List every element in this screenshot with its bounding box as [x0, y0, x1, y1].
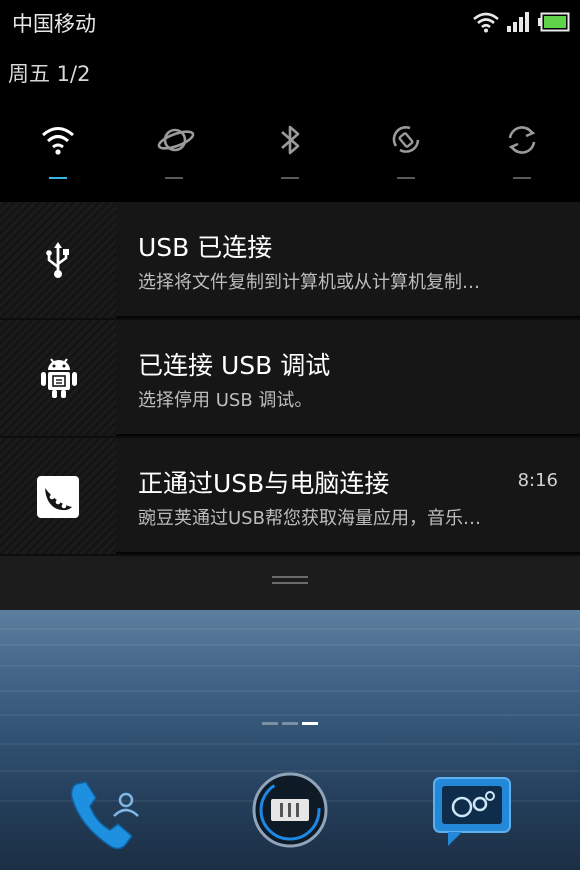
notification-shade-header: 周五 1/2 — [0, 44, 580, 202]
notification-list: USB 已连接 选择将文件复制到计算机或从计算机复制… 已连接 USB 调试 选 — [0, 202, 580, 556]
notification-icon-cell — [0, 438, 116, 554]
quick-toggles — [0, 120, 580, 190]
home-wallpaper — [0, 610, 580, 870]
bluetooth-icon — [281, 125, 300, 155]
toggle-indicator — [49, 177, 67, 179]
toggle-data[interactable] — [134, 120, 214, 190]
android-debug-icon — [41, 358, 77, 398]
toggle-indicator — [397, 177, 415, 179]
usb-icon — [46, 242, 69, 278]
notification-subtitle: 选择将文件复制到计算机或从计算机复制… — [138, 272, 480, 293]
wandoujia-icon — [37, 476, 79, 518]
page-dot-current — [302, 722, 318, 725]
wifi-icon — [473, 12, 499, 33]
notification-icon-cell — [0, 202, 116, 318]
toggle-bluetooth[interactable] — [250, 120, 330, 190]
notification-title: USB 已连接 — [138, 233, 273, 262]
sync-icon — [508, 126, 536, 154]
status-icons — [472, 10, 570, 34]
battery-icon — [538, 12, 570, 32]
phone-contacts-icon[interactable] — [66, 776, 150, 856]
notification-usb-debugging[interactable]: 已连接 USB 调试 选择停用 USB 调试。 — [0, 320, 580, 436]
data-orbit-icon — [157, 128, 195, 152]
message-bubble-icon[interactable] — [432, 776, 512, 848]
toggle-rotate[interactable] — [366, 120, 446, 190]
notification-wandoujia[interactable]: 正通过USB与电脑连接 8:16 豌豆荚通过USB帮您获取海量应用，音乐… — [0, 438, 580, 554]
shade-drag-handle-bar[interactable] — [0, 556, 580, 610]
notification-title: 正通过USB与电脑连接 — [138, 469, 390, 498]
page-dot — [282, 722, 298, 725]
toggle-indicator — [281, 177, 299, 179]
toggle-sync[interactable] — [482, 120, 562, 190]
toggle-wifi[interactable] — [18, 120, 98, 190]
toggle-indicator — [165, 177, 183, 179]
status-bar: 中国移动 — [0, 0, 580, 44]
app-drawer-icon[interactable] — [250, 770, 330, 850]
notification-usb-connected[interactable]: USB 已连接 选择将文件复制到计算机或从计算机复制… — [0, 202, 580, 318]
toggle-indicator — [513, 177, 531, 179]
notification-subtitle: 豌豆荚通过USB帮您获取海量应用，音乐… — [138, 508, 481, 529]
notification-subtitle: 选择停用 USB 调试。 — [138, 390, 313, 411]
wifi-icon — [42, 127, 74, 155]
notification-title: 已连接 USB 调试 — [138, 351, 331, 380]
notification-time: 8:16 — [517, 470, 558, 491]
page-indicator — [262, 722, 318, 725]
notification-icon-cell — [0, 320, 116, 436]
date-label: 周五 1/2 — [8, 62, 91, 86]
signal-icon — [507, 12, 529, 32]
carrier-label: 中国移动 — [12, 12, 96, 36]
rotate-icon — [392, 126, 420, 153]
drag-handle-icon[interactable] — [272, 576, 308, 588]
page-dot — [262, 722, 278, 725]
